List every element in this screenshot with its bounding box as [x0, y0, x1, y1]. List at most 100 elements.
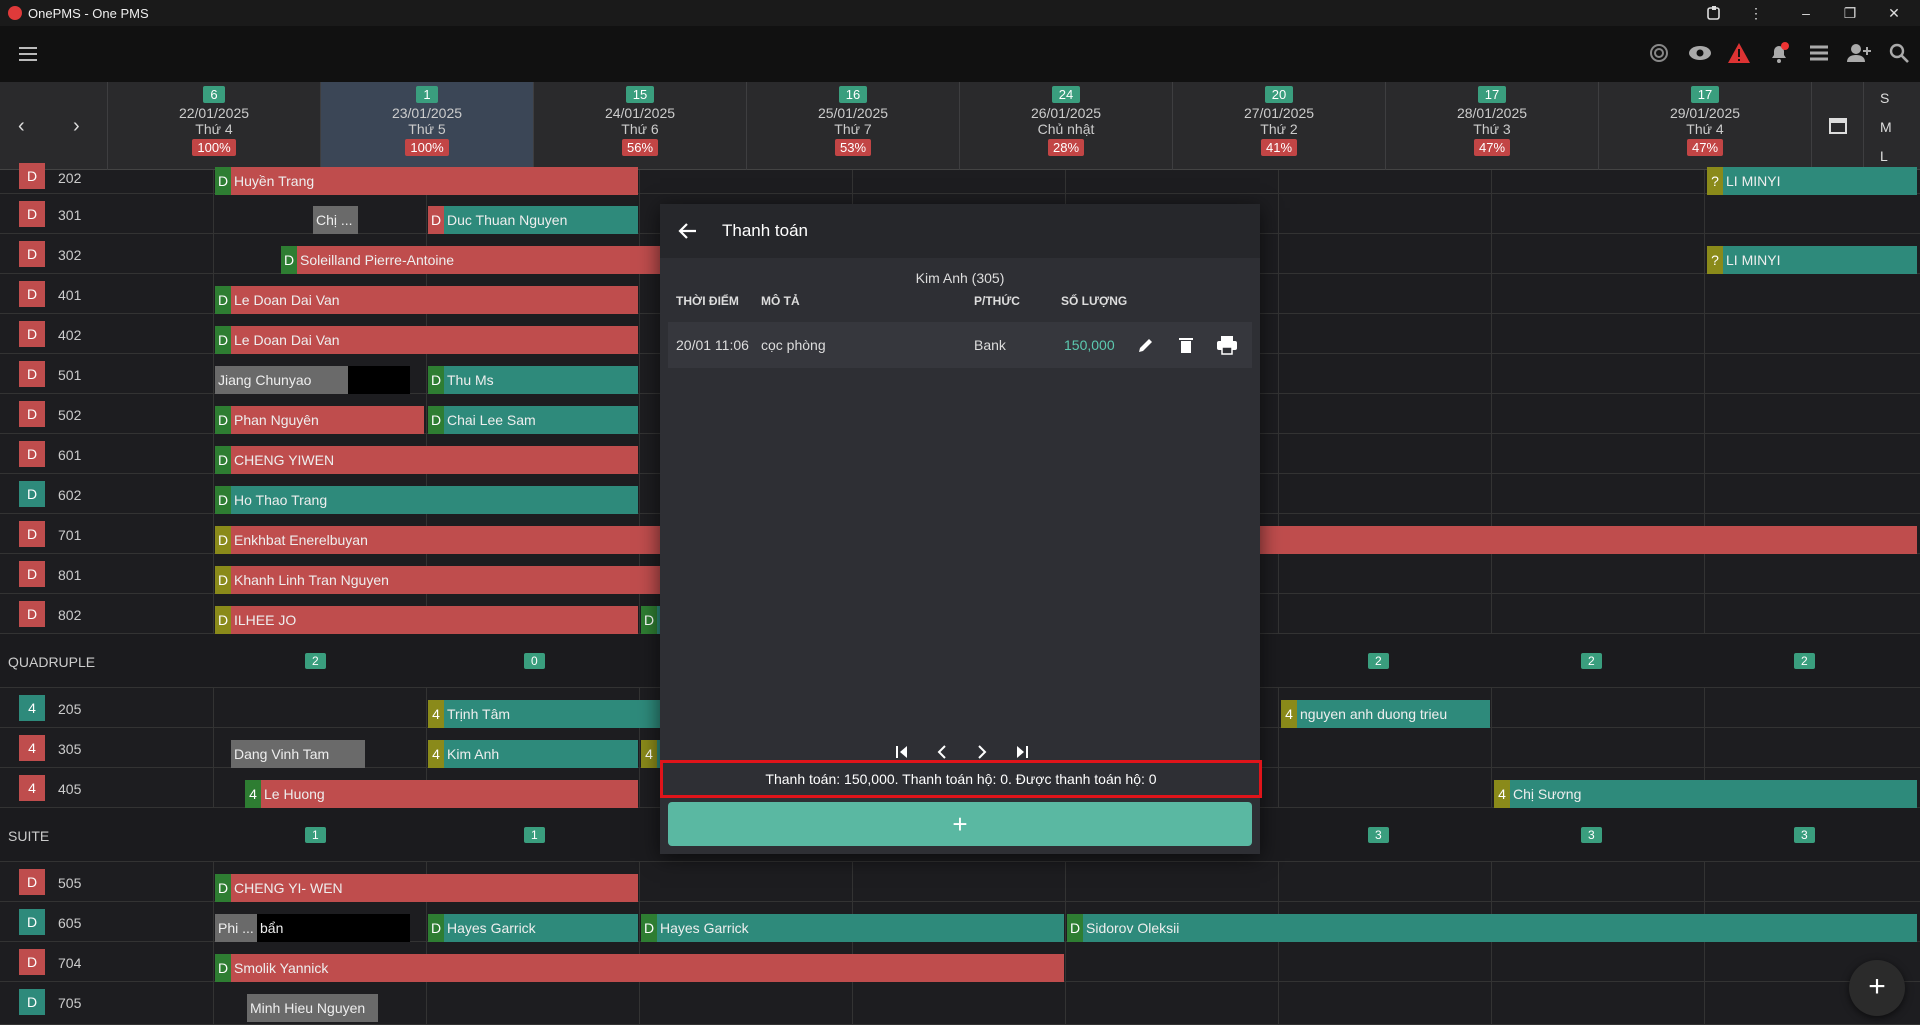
room-type-badge: D [19, 441, 45, 467]
room-number: 602 [58, 487, 82, 503]
booking-bar[interactable]: D Le Doan Dai Van [215, 286, 638, 314]
booking-bar[interactable]: D Le Doan Dai Van [215, 326, 638, 354]
date-label: 26/01/2025 [1030, 105, 1102, 121]
col-method: P/THỨC [974, 294, 1020, 308]
eye-icon[interactable] [1688, 42, 1712, 64]
next-week-button[interactable]: › [73, 116, 80, 136]
booking-bar[interactable]: Phi ... [215, 914, 257, 942]
booking-bar[interactable]: D CHENG YIWEN [215, 446, 638, 474]
room-number: 802 [58, 607, 82, 623]
date-label: 25/01/2025 [817, 105, 889, 121]
back-arrow-icon[interactable] [678, 221, 698, 241]
warning-icon[interactable] [1727, 42, 1751, 64]
payment-amount: 150,000 [1064, 337, 1115, 353]
date-column[interactable]: 16 25/01/2025 Thứ 7 53% [746, 82, 959, 170]
booking-bar[interactable]: 4 nguyen anh duong trieu [1281, 700, 1490, 728]
list-view-icon[interactable] [1808, 42, 1830, 64]
add-booking-fab[interactable]: + [1849, 960, 1905, 1016]
minimize-button[interactable]: – [1785, 0, 1827, 26]
window-title: OnePMS - One PMS [28, 5, 149, 21]
print-icon[interactable] [1216, 335, 1238, 355]
booking-bar[interactable]: 4 Trịnh Tâm [428, 700, 678, 728]
more-vert-icon[interactable]: ⋮ [1735, 0, 1777, 26]
view-mode-s[interactable]: S [1880, 90, 1889, 106]
booking-bar[interactable]: D Soleilland Pierre-Antoine [281, 246, 681, 274]
booking-bar[interactable]: D Ho Thao Trang [215, 486, 638, 514]
room-type-badge: D [19, 521, 45, 547]
available-count: 17 [1477, 86, 1507, 103]
booking-bar[interactable]: D Hayes Garrick [641, 914, 1064, 942]
group-count: 1 [305, 827, 326, 843]
booking-bar[interactable]: D CHENG YI- WEN [215, 874, 638, 902]
booking-bar[interactable]: D Sidorov Oleksii [1067, 914, 1917, 942]
redacted-block [348, 366, 410, 394]
booking-bar[interactable]: Dang Vinh Tam [231, 740, 365, 768]
extension-icon[interactable] [1693, 0, 1735, 26]
add-payment-button[interactable]: + [668, 802, 1252, 846]
booking-bar[interactable]: 4 Le Huong [245, 780, 638, 808]
booking-bar[interactable]: D Huyền Trang [215, 167, 638, 195]
booking-bar-selected[interactable]: 4 Kim Anh [428, 740, 638, 768]
calendar-icon[interactable] [1812, 116, 1863, 134]
booking-bar[interactable]: ? LI MINYI [1707, 246, 1917, 274]
booking-bar[interactable]: D Phan Nguyên [215, 406, 424, 434]
payment-row[interactable]: 20/01 11:06 cọc phòng Bank 150,000 [668, 322, 1252, 368]
room-type-badge: D [19, 401, 45, 427]
booking-bar[interactable]: D Khanh Linh Tran Nguyen [215, 566, 685, 594]
notification-bell-icon[interactable] [1768, 42, 1790, 64]
available-count: 24 [1051, 86, 1081, 103]
date-column[interactable]: 20 27/01/2025 Thứ 2 41% [1172, 82, 1385, 170]
group-count: 2 [1581, 653, 1602, 669]
weekday-label: Thứ 2 [1260, 121, 1298, 137]
booking-bar[interactable]: D ILHEE JO [215, 606, 638, 634]
booking-bar[interactable]: 4 Chị Sương [1494, 780, 1917, 808]
search-icon[interactable] [1888, 42, 1910, 64]
available-count: 1 [416, 86, 438, 103]
booking-bar[interactable]: Jiang Chunyao [215, 366, 348, 394]
available-count: 6 [203, 86, 225, 103]
booking-bar[interactable]: D Chai Lee Sam [428, 406, 638, 434]
room-type-badge: 4 [19, 775, 45, 801]
add-user-icon[interactable] [1846, 42, 1872, 64]
booking-bar[interactable]: D Smolik Yannick [215, 954, 1064, 982]
available-count: 20 [1264, 86, 1294, 103]
last-page-icon[interactable] [1014, 744, 1030, 760]
group-count: 2 [1368, 653, 1389, 669]
room-number: 801 [58, 567, 82, 583]
occupancy-badge: 47% [1686, 139, 1724, 156]
date-column[interactable]: 15 24/01/2025 Thứ 6 56% [533, 82, 746, 170]
view-mode-m[interactable]: M [1880, 119, 1892, 135]
edit-icon[interactable] [1136, 335, 1156, 355]
menu-icon[interactable] [16, 42, 40, 66]
date-label: 22/01/2025 [178, 105, 250, 121]
date-label: 28/01/2025 [1456, 105, 1528, 121]
date-column[interactable]: 17 29/01/2025 Thứ 4 47% [1598, 82, 1811, 170]
date-column-selected[interactable]: 1 23/01/2025 Thứ 5 100% [320, 82, 533, 170]
group-count: 3 [1581, 827, 1602, 843]
date-column[interactable]: 17 28/01/2025 Thứ 3 47% [1385, 82, 1598, 170]
date-column[interactable]: 6 22/01/2025 Thứ 4 100% [107, 82, 320, 170]
booking-bar[interactable]: D Duc Thuan Nguyen [428, 206, 638, 234]
weekday-label: Thứ 6 [621, 121, 659, 137]
booking-bar[interactable]: Chị ... [313, 206, 358, 234]
room-number: 701 [58, 527, 82, 543]
restore-button[interactable]: ❐ [1829, 0, 1871, 26]
close-window-button[interactable]: ✕ [1873, 0, 1915, 26]
booking-bar[interactable]: D Hayes Garrick [428, 914, 638, 942]
fingerprint-icon[interactable] [1648, 42, 1670, 64]
next-page-icon[interactable] [974, 744, 990, 760]
occupancy-badge: 47% [1473, 139, 1511, 156]
booking-bar[interactable]: D Thu Ms [428, 366, 638, 394]
room-number: 505 [58, 875, 82, 891]
delete-icon[interactable] [1176, 335, 1196, 355]
prev-week-button[interactable]: ‹ [18, 116, 25, 136]
payment-dialog: Thanh toán Kim Anh (305) THỜI ĐIỂM MÔ TẢ… [660, 204, 1262, 854]
occupancy-badge: 41% [1260, 139, 1298, 156]
prev-page-icon[interactable] [934, 744, 950, 760]
booking-bar[interactable]: bẩn [257, 914, 410, 942]
booking-bar[interactable]: Minh Hieu Nguyen [247, 994, 378, 1022]
date-column[interactable]: 24 26/01/2025 Chủ nhật 28% [959, 82, 1172, 170]
first-page-icon[interactable] [894, 744, 910, 760]
room-number: 205 [58, 701, 82, 717]
booking-bar[interactable]: ? LI MINYI [1707, 167, 1917, 195]
